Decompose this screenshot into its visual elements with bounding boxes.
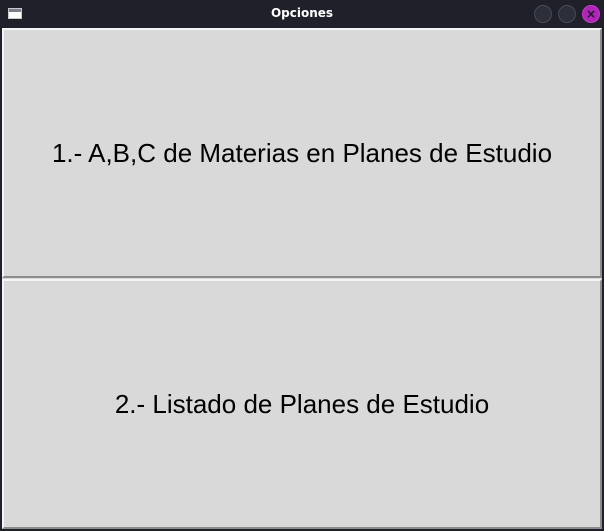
- app-window: Opciones × 1.- A,B,C de Materias en Plan…: [0, 0, 604, 531]
- close-icon: ×: [585, 7, 597, 21]
- title-bar[interactable]: Opciones ×: [0, 0, 604, 27]
- listado-planes-label: 2.- Listado de Planes de Estudio: [114, 388, 490, 419]
- maximize-button[interactable]: [558, 5, 576, 23]
- listado-planes-button[interactable]: 2.- Listado de Planes de Estudio: [2, 279, 602, 529]
- close-button[interactable]: ×: [582, 5, 600, 23]
- window-title: Opciones: [270, 6, 334, 20]
- abc-materias-label: 1.- A,B,C de Materias en Planes de Estud…: [51, 137, 553, 168]
- minimize-button[interactable]: [534, 5, 552, 23]
- options-panel: 1.- A,B,C de Materias en Planes de Estud…: [2, 28, 602, 529]
- abc-materias-button[interactable]: 1.- A,B,C de Materias en Planes de Estud…: [2, 28, 602, 278]
